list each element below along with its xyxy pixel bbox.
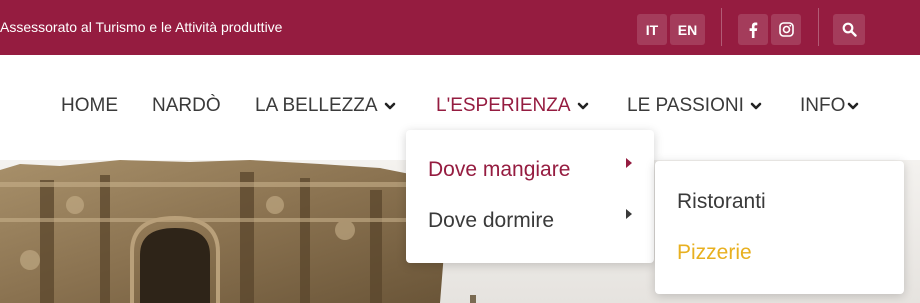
nav-home[interactable]: HOME [61, 95, 118, 117]
subsubmenu-dropdown: Ristoranti Pizzerie [655, 161, 904, 294]
separator [721, 8, 722, 46]
chevron-down-icon [384, 102, 395, 110]
nav-nardo[interactable]: NARDÒ [152, 95, 221, 117]
chevron-down-icon [750, 102, 762, 110]
top-bar: Assessorato al Turismo e le Attività pro… [0, 0, 920, 55]
nav-lesperienza[interactable]: L'ESPERIENZA [436, 95, 589, 117]
subsubmenu-item-ristoranti[interactable]: Ristoranti [677, 190, 766, 214]
submenu-dropdown: Dove mangiare Dove dormire [406, 130, 654, 263]
nav-label: NARDÒ [152, 95, 221, 116]
lang-en-button[interactable]: EN [670, 14, 705, 45]
facebook-button[interactable] [738, 14, 768, 45]
nav-label: LE PASSIONI [627, 95, 744, 116]
nav-label: HOME [61, 95, 118, 116]
chevron-down-icon [577, 102, 588, 110]
nav-label: INFO [800, 95, 846, 116]
lang-it-button[interactable]: IT [637, 14, 667, 45]
caret-right-icon [626, 209, 632, 219]
facebook-icon [748, 22, 758, 38]
separator [818, 8, 819, 46]
submenu-item-dove-mangiare[interactable]: Dove mangiare [428, 158, 570, 182]
instagram-button[interactable] [771, 14, 801, 45]
submenu-item-dove-dormire[interactable]: Dove dormire [428, 209, 554, 233]
site-subtitle: Assessorato al Turismo e le Attività pro… [0, 19, 283, 35]
nav-label: LA BELLEZZA [255, 95, 378, 116]
search-icon [842, 22, 857, 37]
chevron-down-icon [848, 102, 859, 110]
nav-label: L'ESPERIENZA [436, 95, 571, 116]
nav-la-bellezza[interactable]: LA BELLEZZA [255, 95, 396, 117]
caret-right-icon [626, 158, 632, 168]
search-button[interactable] [833, 14, 865, 45]
subsubmenu-item-pizzerie[interactable]: Pizzerie [677, 241, 752, 265]
nav-info[interactable]: INFO [800, 95, 859, 117]
nav-le-passioni[interactable]: LE PASSIONI [627, 95, 762, 117]
instagram-icon [778, 22, 794, 37]
